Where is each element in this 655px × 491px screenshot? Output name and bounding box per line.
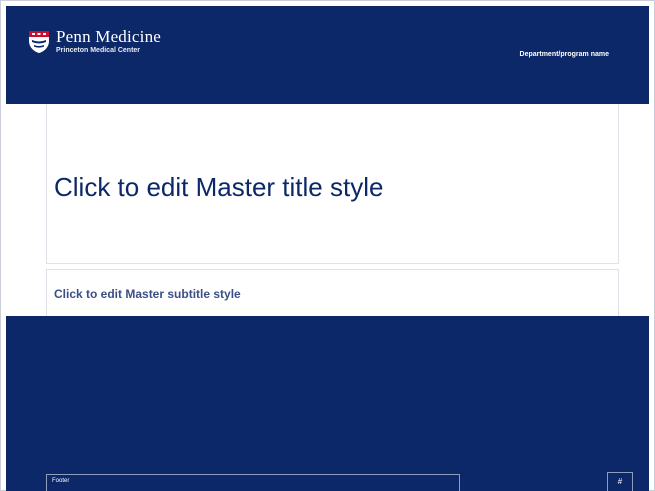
- footer-text[interactable]: Footer: [52, 478, 69, 484]
- slide-title[interactable]: Click to edit Master title style: [54, 172, 383, 203]
- brand-subtitle: Princeton Medical Center: [56, 47, 141, 54]
- footer-placeholder[interactable]: Footer: [46, 474, 460, 491]
- brand-name: Penn Medicine: [56, 27, 162, 46]
- title-placeholder[interactable]: Click to edit Master title style: [46, 104, 619, 264]
- header-band: Penn Medicine Princeton Medical Center D…: [6, 6, 649, 104]
- penn-shield-icon: [29, 31, 49, 53]
- page-number[interactable]: #: [618, 478, 622, 486]
- subtitle-placeholder[interactable]: Click to edit Master subtitle style: [46, 269, 619, 316]
- bottom-band: Footer #: [6, 316, 649, 491]
- department-name[interactable]: Department/program name: [520, 51, 609, 58]
- brand-logo: Penn Medicine Princeton Medical Center: [28, 28, 161, 55]
- title-area: Click to edit Master title style Click t…: [6, 104, 649, 316]
- page-number-placeholder[interactable]: #: [607, 472, 633, 491]
- slide-subtitle[interactable]: Click to edit Master subtitle style: [54, 287, 241, 301]
